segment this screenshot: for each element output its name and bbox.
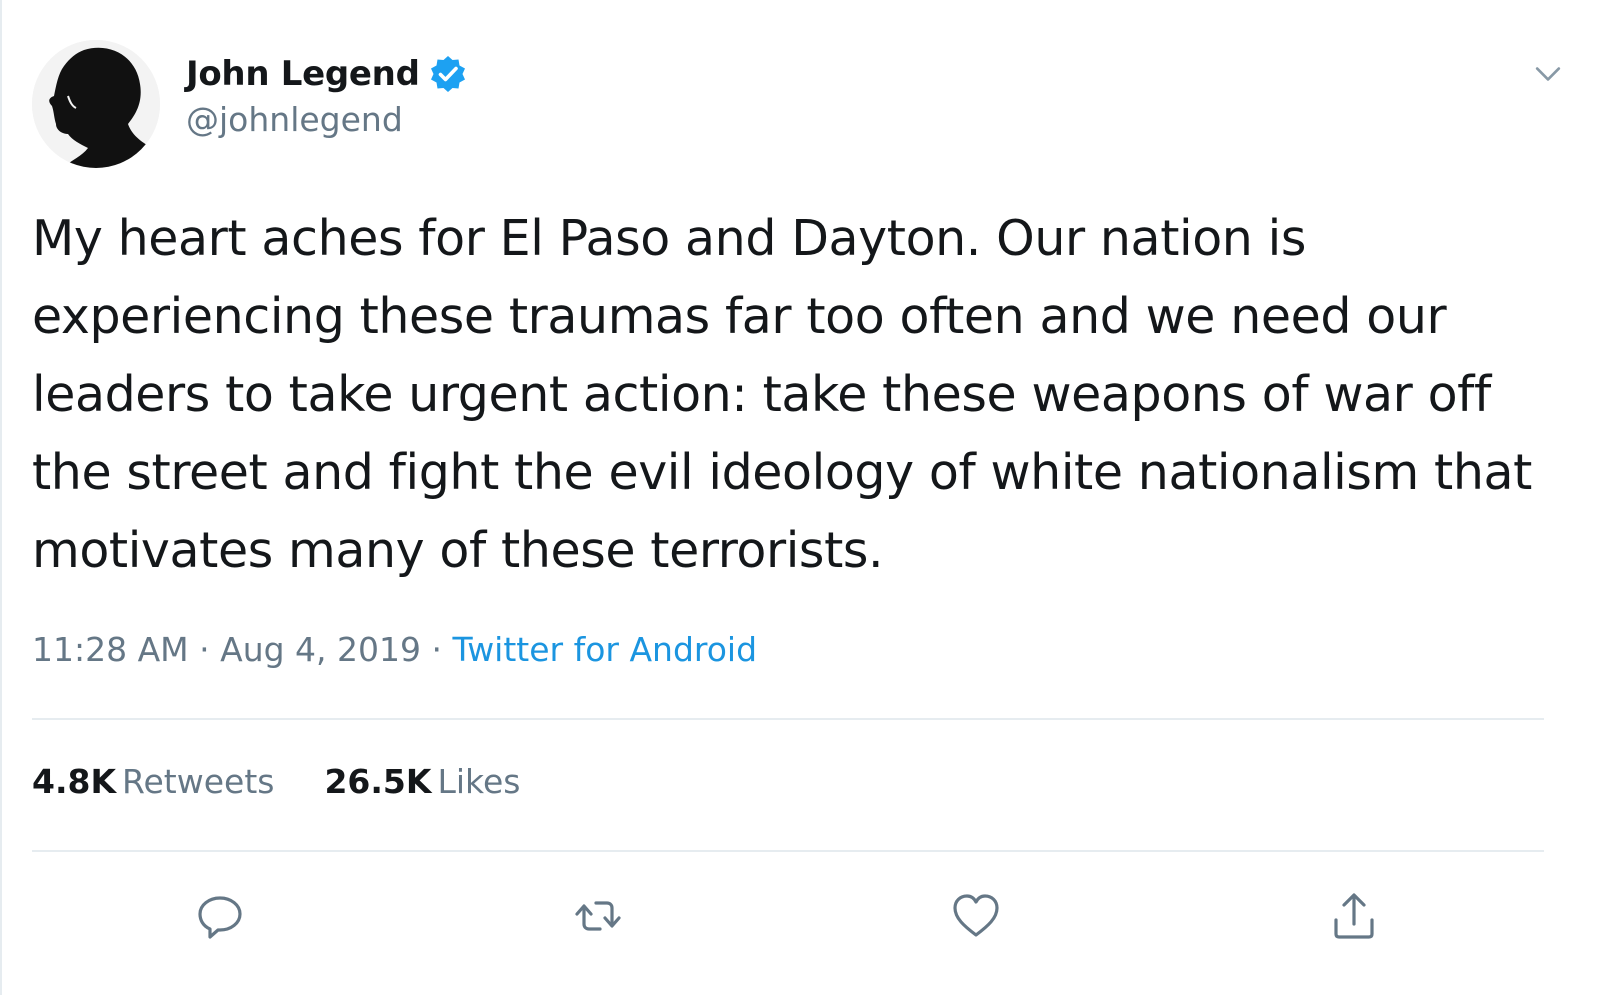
likes-count: 26.5K — [324, 762, 432, 801]
retweet-button[interactable] — [566, 884, 630, 948]
divider-top — [32, 718, 1544, 720]
tweet-header: John Legend @johnlegend — [32, 40, 1568, 170]
card-left-border — [0, 0, 2, 995]
retweets-count: 4.8K — [32, 762, 117, 801]
avatar[interactable] — [32, 40, 160, 168]
meta-separator: · — [188, 630, 221, 669]
retweet-icon — [575, 901, 621, 931]
user-identity: John Legend @johnlegend — [186, 52, 468, 139]
chevron-down-icon — [1535, 67, 1561, 81]
more-options-button[interactable] — [1528, 54, 1568, 94]
tweet-text: My heart aches for El Paso and Dayton. O… — [32, 210, 1532, 579]
display-name-row: John Legend — [186, 52, 468, 96]
meta-separator-2: · — [421, 630, 453, 669]
tweet-source-link[interactable]: Twitter for Android — [453, 630, 758, 669]
avatar-silhouette-icon — [32, 40, 160, 168]
tweet-date[interactable]: Aug 4, 2019 — [220, 630, 421, 669]
likes-stat[interactable]: 26.5K Likes — [324, 762, 520, 801]
divider-bottom — [32, 850, 1544, 852]
retweets-label: Retweets — [122, 762, 275, 801]
heart-icon — [953, 894, 999, 937]
tweet-actions — [0, 880, 1600, 960]
tweet-time[interactable]: 11:28 AM — [32, 630, 189, 669]
tweet-stats: 4.8K Retweets 26.5K Likes — [32, 762, 520, 801]
share-icon — [1334, 893, 1374, 939]
reply-icon — [198, 896, 242, 939]
reply-button[interactable] — [188, 884, 252, 948]
like-button[interactable] — [944, 884, 1008, 948]
likes-label: Likes — [437, 762, 521, 801]
tweet-metadata: 11:28 AM · Aug 4, 2019 · Twitter for And… — [32, 630, 757, 669]
verified-badge-icon — [428, 54, 468, 94]
retweets-stat[interactable]: 4.8K Retweets — [32, 762, 274, 801]
user-handle[interactable]: @johnlegend — [186, 100, 468, 139]
display-name[interactable]: John Legend — [186, 54, 420, 94]
share-button[interactable] — [1322, 884, 1386, 948]
